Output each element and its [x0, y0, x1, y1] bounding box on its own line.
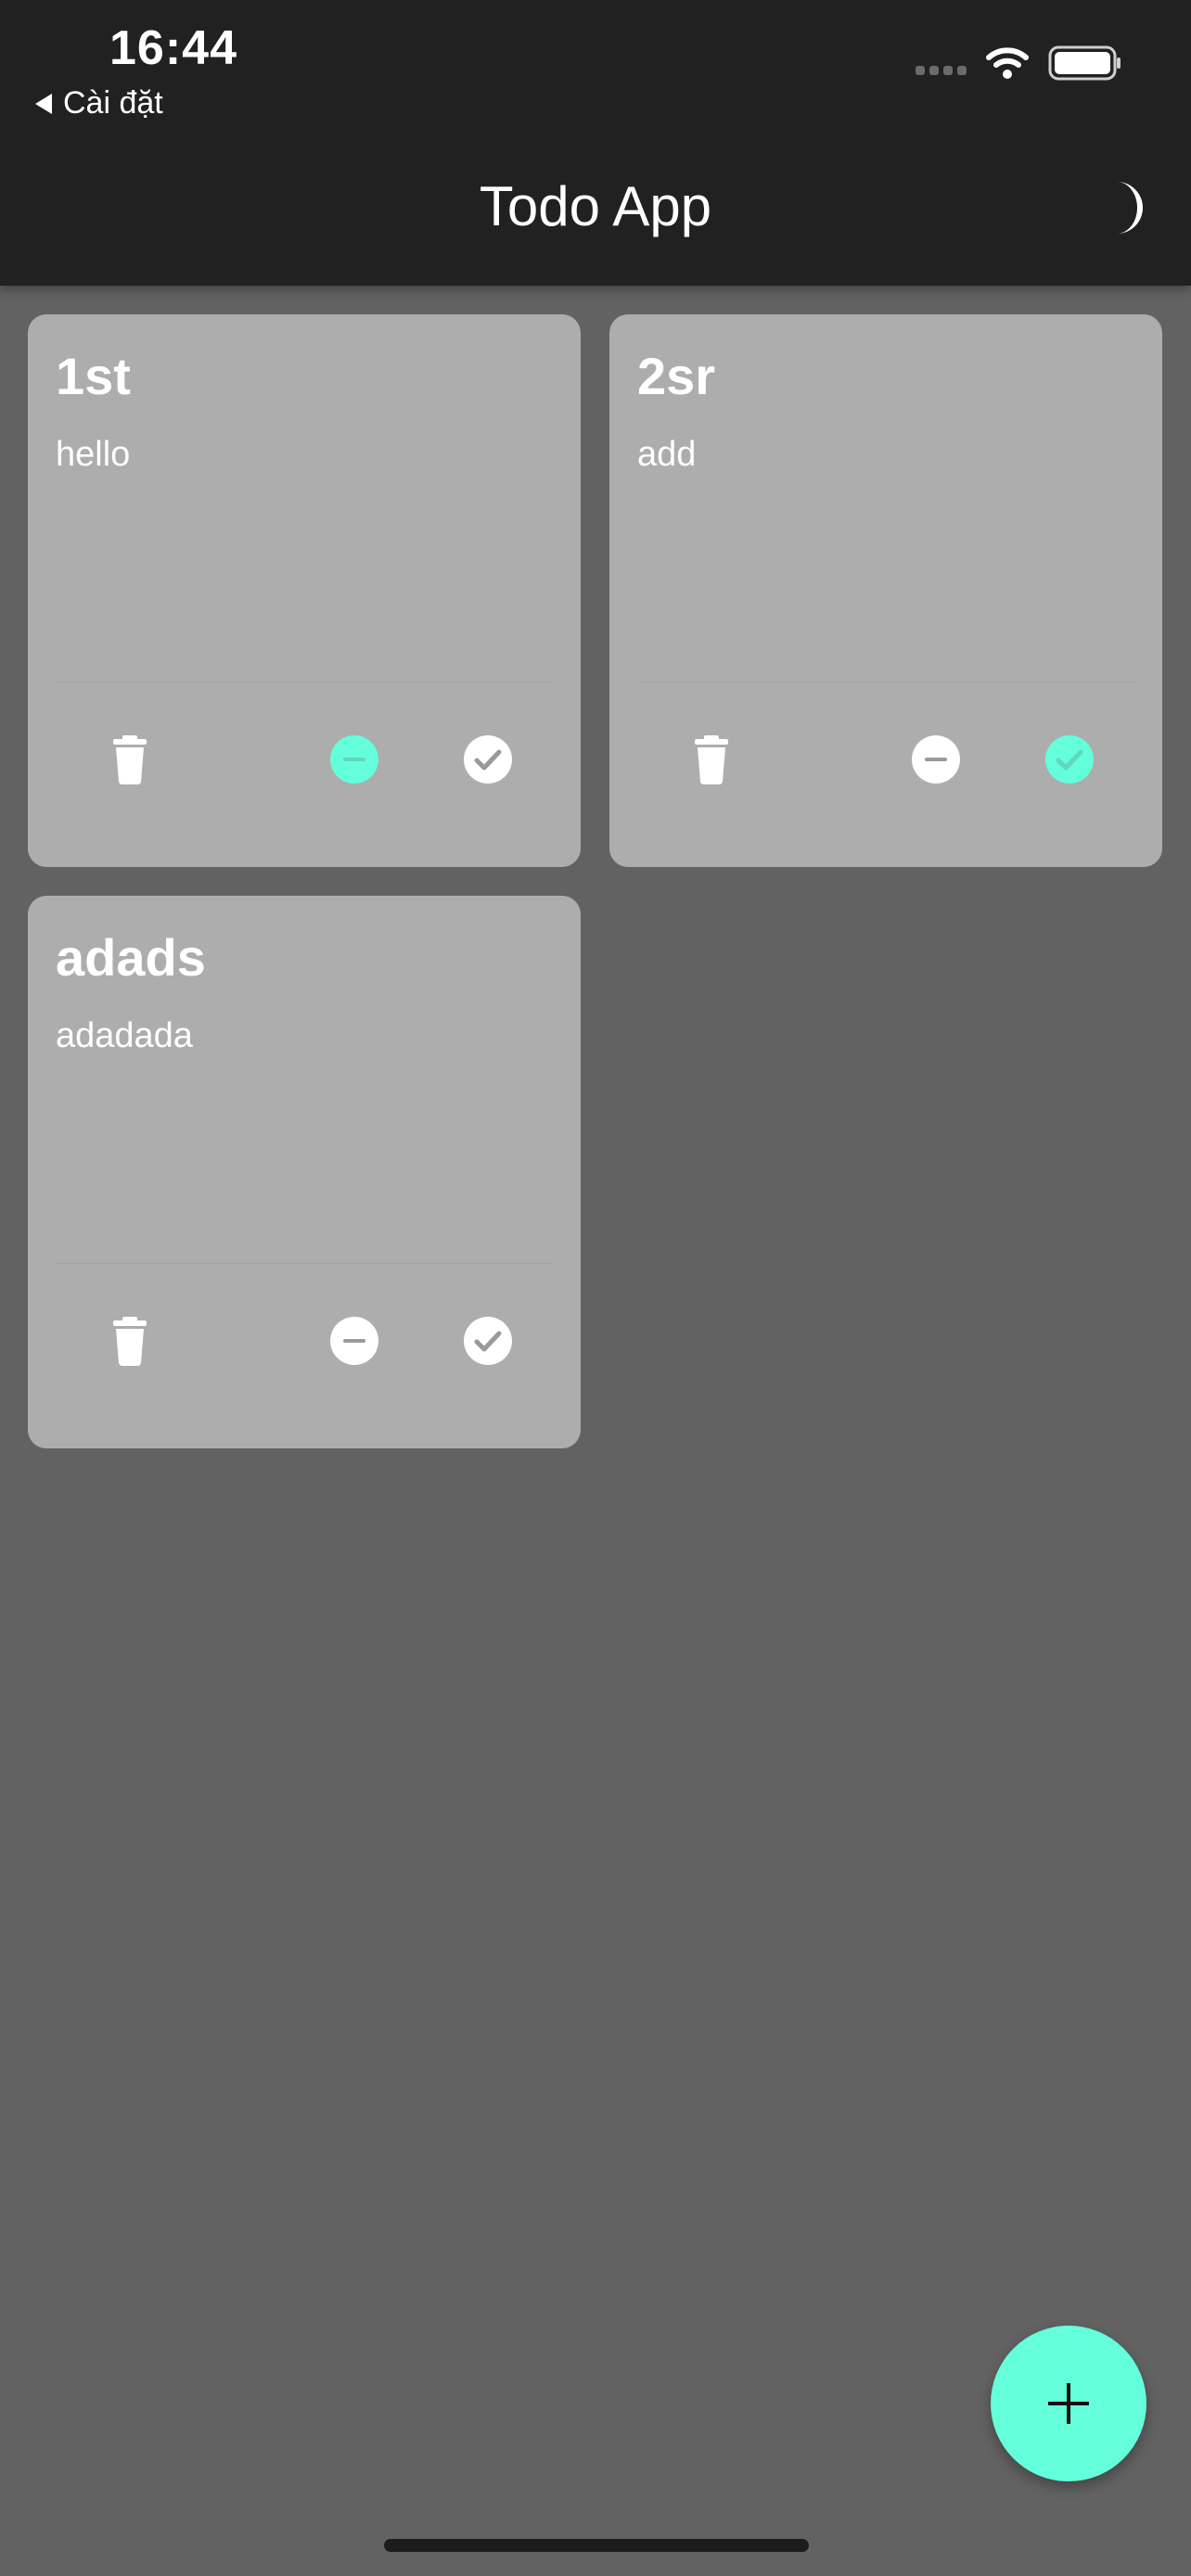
todo-body: adadada: [56, 1016, 193, 1055]
trash-icon[interactable]: [685, 733, 737, 785]
back-label: Cài đặt: [63, 85, 163, 121]
status-time: 16:44: [109, 21, 237, 75]
wifi-icon: [986, 47, 1029, 79]
card-divider: [56, 1263, 553, 1264]
moon-icon[interactable]: [1096, 178, 1148, 237]
todo-app-screen: 16:44 Cài đặt Todo App 1st hello 2sr add…: [0, 0, 1191, 2576]
signal-icon: [916, 66, 967, 75]
minus-circle-icon[interactable]: [910, 733, 962, 785]
todo-body: add: [637, 435, 697, 474]
check-circle-icon[interactable]: [462, 733, 514, 785]
check-circle-icon[interactable]: [1044, 733, 1095, 785]
plus-icon: [1048, 2383, 1089, 2424]
todo-title: 2sr: [637, 347, 716, 405]
minus-circle-icon[interactable]: [328, 733, 380, 785]
todo-card: 2sr add: [609, 314, 1162, 867]
battery-icon: [1048, 45, 1121, 81]
todo-title: 1st: [56, 347, 131, 405]
todo-title: adads: [56, 928, 206, 987]
status-icons: [916, 45, 1122, 82]
back-to-settings-link[interactable]: Cài đặt: [35, 85, 163, 121]
todo-body: hello: [56, 435, 131, 474]
check-circle-icon[interactable]: [462, 1315, 514, 1367]
todo-card: 1st hello: [28, 314, 581, 867]
back-arrow-icon: [35, 93, 52, 114]
trash-icon[interactable]: [104, 733, 156, 785]
minus-circle-icon[interactable]: [328, 1315, 380, 1367]
todo-card: adads adadada: [28, 896, 581, 1448]
app-header: 16:44 Cài đặt Todo App: [0, 0, 1191, 286]
add-todo-button[interactable]: [991, 2326, 1146, 2481]
trash-icon[interactable]: [104, 1315, 156, 1367]
app-title: Todo App: [479, 175, 712, 237]
home-indicator[interactable]: [384, 2539, 809, 2552]
